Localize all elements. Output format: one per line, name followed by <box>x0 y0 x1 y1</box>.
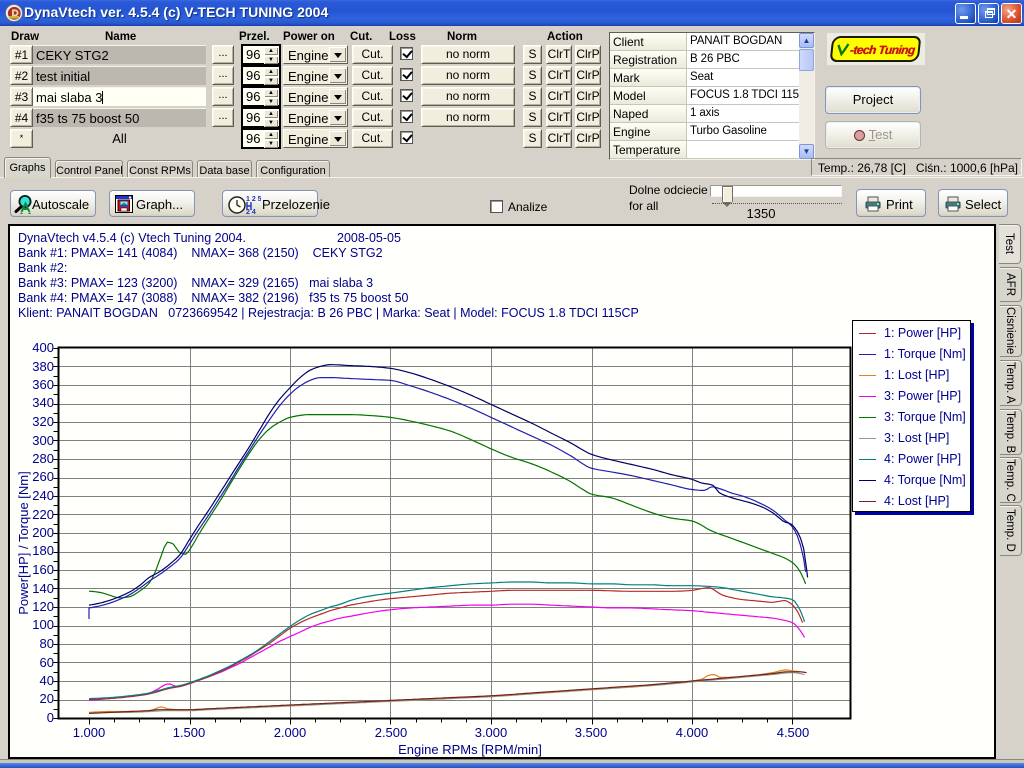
svg-text:2 4: 2 4 <box>246 209 256 215</box>
svg-text:1 2 5: 1 2 5 <box>246 196 261 203</box>
